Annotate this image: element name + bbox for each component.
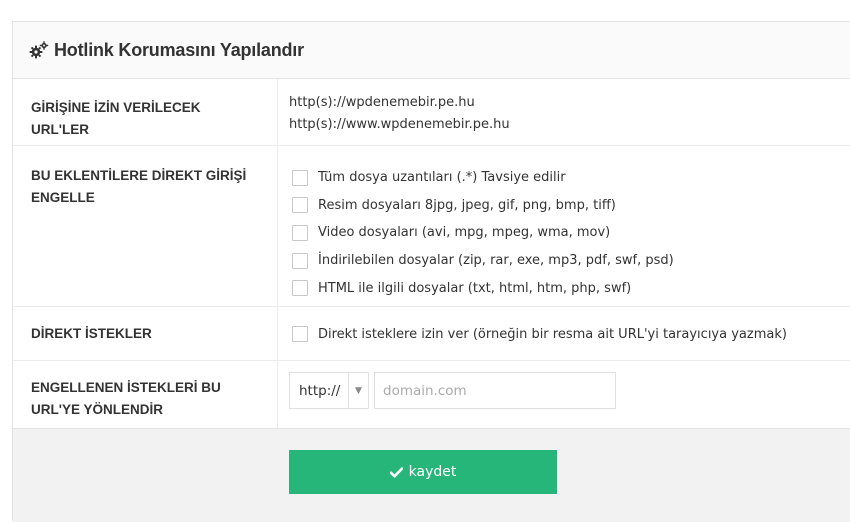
panel-header: Hotlink Korumasını Yapılandır — [13, 22, 850, 79]
extension-option-html[interactable]: HTML ile ilgili dosyalar (txt, html, htm… — [292, 274, 850, 302]
block-extensions-label: BU EKLENTİLERE DİREKT GİRİŞİ ENGELLE — [13, 146, 278, 306]
allowed-url: http(s)://wpdenemebir.pe.hu — [289, 95, 475, 110]
checkbox[interactable] — [292, 326, 308, 342]
option-label: Video dosyaları (avi, mpg, mpeg, wma, mo… — [318, 225, 611, 241]
direct-requests-label: DİREKT İSTEKLER — [13, 307, 278, 360]
extension-option-all[interactable]: Tüm dosya uzantıları (.*) Tavsiye edilir — [292, 164, 850, 192]
redirect-row: ENGELLENEN İSTEKLERİ BU URL'YE YÖNLENDİR… — [13, 361, 850, 429]
check-icon — [389, 466, 403, 478]
redirect-fields: http:// ▼ — [278, 361, 850, 428]
protocol-select[interactable]: http:// ▼ — [289, 372, 369, 409]
panel-footer: kaydet — [13, 429, 850, 522]
direct-requests-options: Direkt isteklere izin ver (örneğin bir r… — [278, 307, 850, 360]
cogs-icon — [29, 41, 49, 59]
option-label: Resim dosyaları 8jpg, jpeg, gif, png, bm… — [318, 197, 616, 213]
block-extensions-row: BU EKLENTİLERE DİREKT GİRİŞİ ENGELLE Tüm… — [13, 146, 850, 307]
option-label: Direkt isteklere izin ver (örneğin bir r… — [318, 326, 787, 342]
option-label: İndirilebilen dosyalar (zip, rar, exe, m… — [318, 253, 674, 269]
option-label: Tüm dosya uzantıları (.*) Tavsiye edilir — [318, 170, 566, 186]
protocol-value: http:// — [299, 382, 341, 399]
option-label: HTML ile ilgili dosyalar (txt, html, htm… — [318, 280, 632, 296]
allowed-urls-label: GİRİŞİNE İZİN VERİLECEK URL'LER — [13, 79, 278, 145]
extension-option-images[interactable]: Resim dosyaları 8jpg, jpeg, gif, png, bm… — [292, 192, 850, 220]
caret-down-icon[interactable]: ▼ — [348, 373, 368, 408]
checkbox[interactable] — [292, 252, 308, 269]
checkbox[interactable] — [292, 169, 308, 186]
domain-input[interactable] — [374, 372, 616, 409]
redirect-label: ENGELLENEN İSTEKLERİ BU URL'YE YÖNLENDİR — [13, 361, 278, 428]
checkbox[interactable] — [292, 224, 308, 241]
checkbox[interactable] — [292, 197, 308, 214]
panel-title: Hotlink Korumasını Yapılandır — [54, 39, 304, 60]
save-button-label: kaydet — [408, 464, 457, 480]
allowed-urls-list: http(s)://wpdenemebir.pe.hu http(s)://ww… — [278, 79, 850, 145]
extension-option-downloads[interactable]: İndirilebilen dosyalar (zip, rar, exe, m… — [292, 247, 850, 275]
block-extensions-options: Tüm dosya uzantıları (.*) Tavsiye edilir… — [278, 146, 850, 306]
checkbox[interactable] — [292, 280, 308, 297]
direct-requests-row: DİREKT İSTEKLER Direkt isteklere izin ve… — [13, 307, 850, 361]
allowed-urls-row: GİRİŞİNE İZİN VERİLECEK URL'LER http(s):… — [13, 79, 850, 146]
hotlink-protection-panel: Hotlink Korumasını Yapılandır GİRİŞİNE İ… — [12, 21, 850, 522]
extension-option-video[interactable]: Video dosyaları (avi, mpg, mpeg, wma, mo… — [292, 219, 850, 247]
direct-requests-option[interactable]: Direkt isteklere izin ver (örneğin bir r… — [292, 325, 850, 343]
save-button[interactable]: kaydet — [289, 450, 557, 494]
allowed-url: http(s)://www.wpdenemebir.pe.hu — [289, 117, 510, 132]
